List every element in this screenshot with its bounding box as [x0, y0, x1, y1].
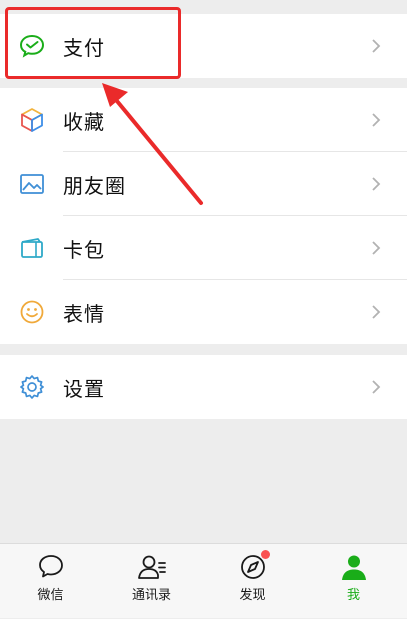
tab-me-label: 我: [346, 588, 360, 603]
contacts-icon: [137, 555, 166, 579]
tab-discover-label: 发现: [239, 588, 266, 603]
tab-me[interactable]: 我: [303, 544, 404, 619]
notification-dot: [261, 550, 270, 559]
tab-chats-label: 微信: [37, 588, 64, 603]
tab-contacts-label: 通讯录: [131, 588, 171, 603]
tab-contacts[interactable]: 通讯录: [101, 544, 202, 619]
tab-chats[interactable]: 微信: [0, 544, 101, 619]
chat-bubble-icon: [38, 555, 63, 578]
annotation-arrow: [102, 83, 203, 205]
person-icon: [341, 555, 366, 580]
tab-discover[interactable]: 发现: [202, 544, 303, 619]
bottom-tab-bar: 微信 通讯录 发现 我: [0, 543, 407, 618]
